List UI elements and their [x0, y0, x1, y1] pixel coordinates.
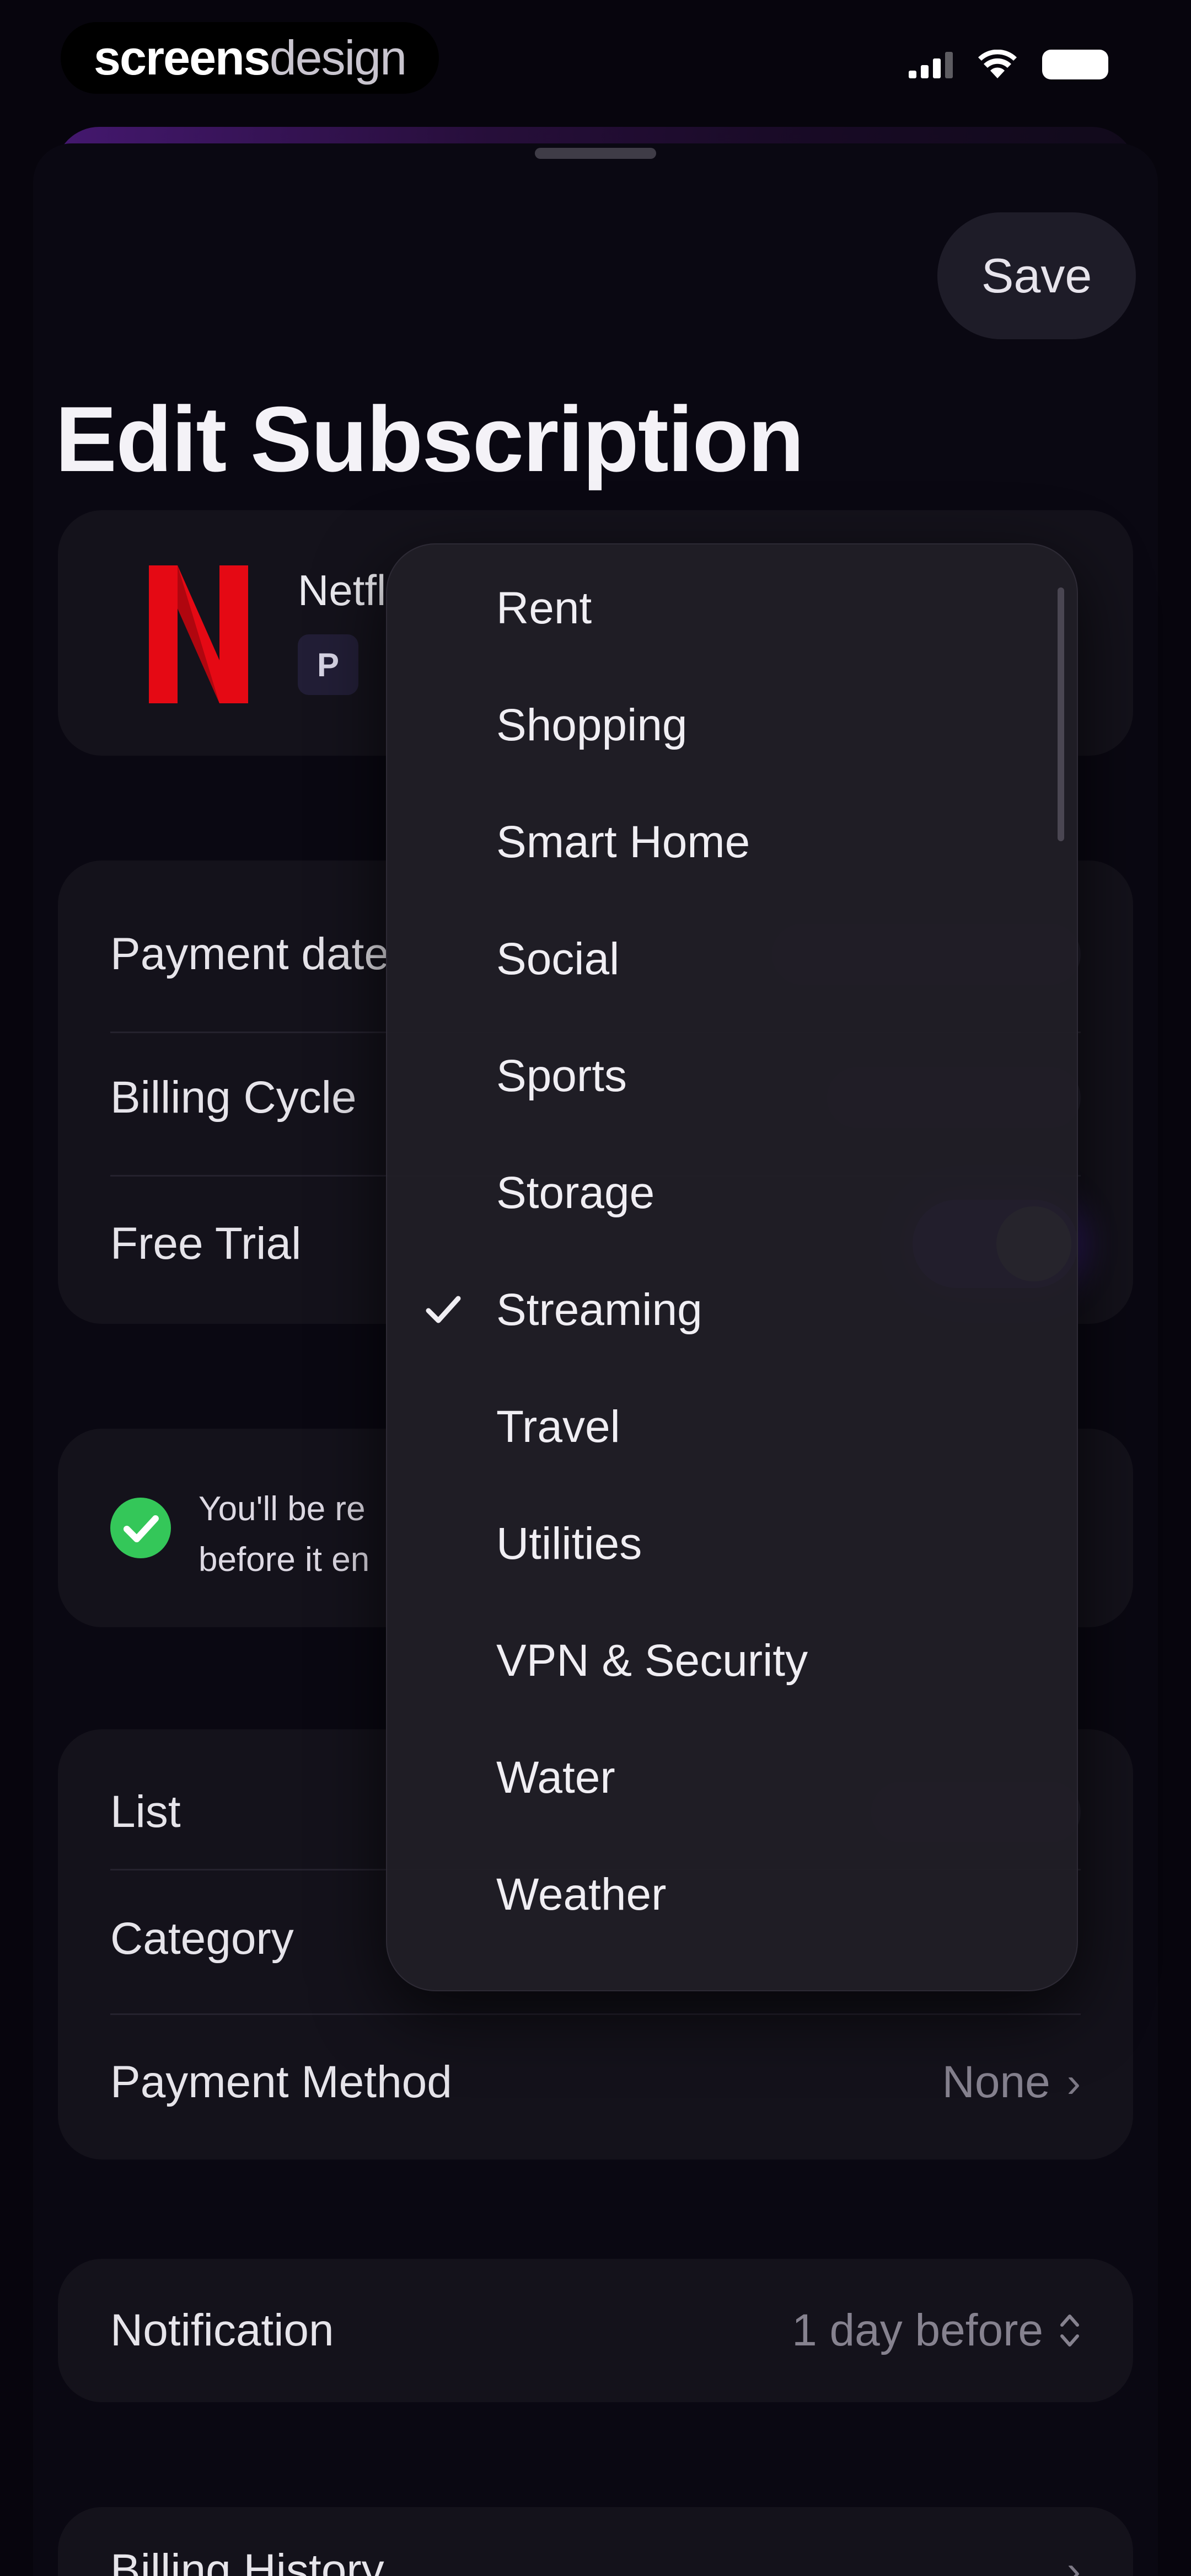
menu-item-label: Streaming — [496, 1285, 702, 1335]
billing-history-row[interactable]: Billing History › — [110, 2535, 1081, 2576]
menu-item-label: Sports — [496, 1051, 627, 1101]
menu-item-label: Travel — [496, 1402, 620, 1452]
menu-item-label: Smart Home — [496, 817, 750, 867]
menu-item-label: Utilities — [496, 1519, 642, 1569]
menu-item-utilities[interactable]: Utilities — [386, 1485, 1078, 1602]
menu-item-label: Rent — [496, 583, 592, 633]
category-label: Category — [110, 1914, 294, 1964]
notification-row[interactable]: Notification 1 day before — [110, 2286, 1081, 2375]
chevron-right-icon: › — [1066, 2059, 1081, 2106]
menu-item-water[interactable]: Water — [386, 1719, 1078, 1836]
brand-light: design — [269, 30, 407, 85]
netflix-logo-icon — [149, 565, 248, 703]
menu-item-label: Social — [496, 934, 620, 984]
menu-item-shopping[interactable]: Shopping — [386, 667, 1078, 784]
menu-item-sports[interactable]: Sports — [386, 1018, 1078, 1135]
brand-watermark: screens design — [61, 22, 439, 94]
menu-item-label: VPN & Security — [496, 1636, 808, 1686]
screen: screens design Save Edit Subscription Net… — [0, 0, 1191, 2576]
service-badge: P — [298, 634, 358, 695]
payment-date-label: Payment date — [110, 929, 389, 979]
menu-item-social[interactable]: Social — [386, 901, 1078, 1018]
battery-icon — [1042, 50, 1108, 79]
menu-item-label: Storage — [496, 1168, 655, 1218]
page-title: Edit Subscription — [55, 387, 804, 491]
payment-method-row[interactable]: Payment Method None › — [110, 2038, 1081, 2126]
wifi-icon — [978, 50, 1017, 78]
menu-item-label: Weather — [496, 1869, 667, 1920]
menu-item-label: Water — [496, 1752, 615, 1803]
checkmark-icon — [426, 1296, 461, 1323]
brand-bold: screens — [94, 30, 271, 85]
billing-cycle-label: Billing Cycle — [110, 1072, 357, 1123]
menu-item-label: Shopping — [496, 700, 688, 750]
chevron-up-down-icon — [1060, 2315, 1079, 2347]
check-circle-icon — [110, 1498, 171, 1558]
payment-method-value: None — [942, 2057, 1050, 2107]
chevron-right-icon: › — [1066, 2547, 1081, 2576]
cellular-signal-icon — [909, 51, 953, 78]
service-name[interactable]: Netfl — [298, 565, 386, 616]
menu-item-storage[interactable]: Storage — [386, 1135, 1078, 1252]
notification-value: 1 day before — [792, 2305, 1043, 2355]
save-button[interactable]: Save — [937, 212, 1136, 339]
menu-item-smart-home[interactable]: Smart Home — [386, 784, 1078, 901]
status-icons — [909, 50, 1108, 79]
menu-item-weather[interactable]: Weather — [386, 1836, 1078, 1953]
status-bar: screens design — [0, 0, 1191, 127]
menu-item-vpn-security[interactable]: VPN & Security — [386, 1602, 1078, 1719]
billing-history-label: Billing History — [110, 2545, 384, 2576]
menu-item-rent[interactable]: Rent — [386, 550, 1078, 667]
sheet-grabber[interactable] — [535, 148, 656, 159]
menu-item-streaming[interactable]: Streaming — [386, 1252, 1078, 1369]
free-trial-label: Free Trial — [110, 1218, 302, 1269]
category-dropdown-menu: Rent Shopping Smart Home Social Sports Storag… — [386, 543, 1078, 1991]
divider — [110, 2013, 1081, 2015]
list-label: List — [110, 1787, 181, 1837]
notification-label: Notification — [110, 2305, 334, 2355]
billing-history-card[interactable]: Billing History › — [58, 2507, 1133, 2576]
menu-item-travel[interactable]: Travel — [386, 1369, 1078, 1485]
notification-card[interactable]: Notification 1 day before — [58, 2259, 1133, 2402]
payment-method-label: Payment Method — [110, 2057, 452, 2107]
